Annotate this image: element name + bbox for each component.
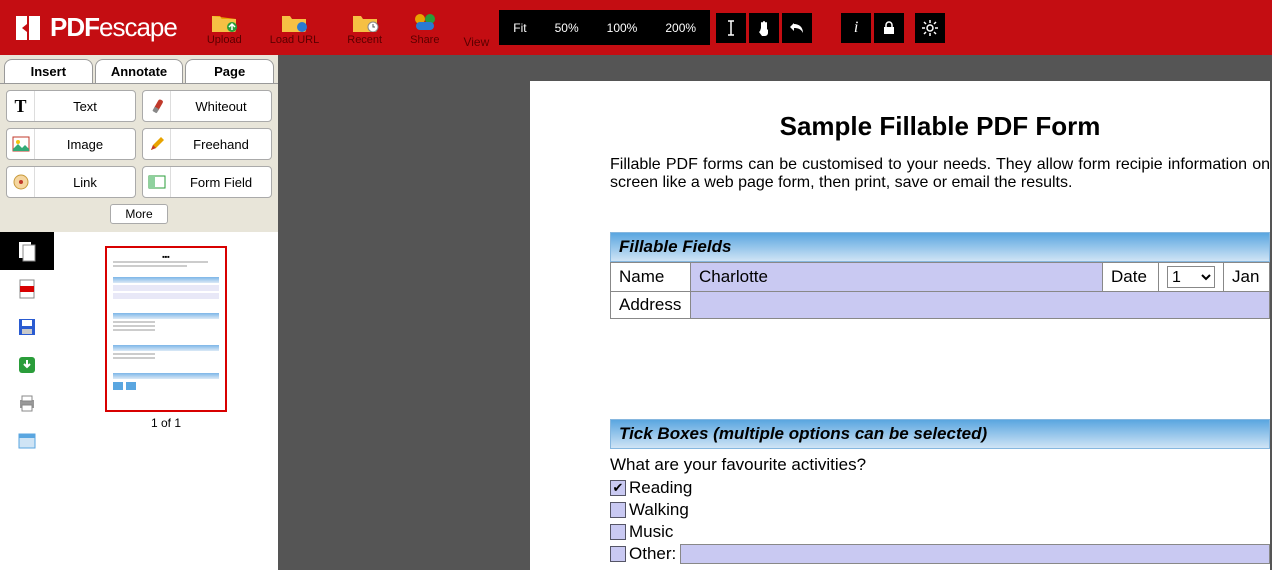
tool-image[interactable]: Image — [6, 128, 136, 160]
more-button[interactable]: More — [110, 204, 167, 224]
zoom-group: Fit 50% 100% 200% — [499, 10, 710, 45]
select-day[interactable]: 1 — [1167, 266, 1215, 288]
dock-pdf-icon[interactable] — [0, 270, 54, 308]
dock-print-icon[interactable] — [0, 384, 54, 422]
recent-button[interactable]: Recent — [333, 0, 396, 55]
thumbnail-caption: 1 of 1 — [105, 416, 227, 430]
input-name-cell — [691, 263, 1103, 292]
pdf-page[interactable]: Sample Fillable PDF Form Fillable PDF fo… — [530, 81, 1270, 570]
folder-recent-icon — [351, 10, 379, 32]
zoom-200[interactable]: 200% — [651, 13, 710, 43]
tab-annotate[interactable]: Annotate — [95, 59, 184, 83]
thumbnail-pane: ■■■ 1 of 1 — [54, 232, 278, 570]
whiteout-icon — [143, 91, 171, 121]
checkbox-walking[interactable] — [610, 502, 626, 518]
input-name[interactable] — [699, 267, 1094, 287]
month-cell[interactable]: Jan — [1224, 263, 1270, 292]
lock-icon[interactable] — [874, 13, 904, 43]
right-tools: i — [841, 10, 948, 45]
tool-label: Text — [35, 99, 135, 114]
tool-formfield[interactable]: Form Field — [142, 166, 272, 198]
tool-label: Freehand — [171, 137, 271, 152]
section-tickboxes: Tick Boxes (multiple options can be sele… — [610, 419, 1270, 449]
opt-label: Other: — [629, 543, 676, 565]
checkbox-reading[interactable]: ✔ — [610, 480, 626, 496]
view-label: View — [453, 0, 499, 55]
page-title: Sample Fillable PDF Form — [610, 111, 1270, 142]
label-name: Name — [611, 263, 691, 292]
input-address-cell — [691, 292, 1270, 319]
document-area[interactable]: Sample Fillable PDF Form Fillable PDF fo… — [278, 55, 1272, 570]
tool-freehand[interactable]: Freehand — [142, 128, 272, 160]
pencil-icon — [143, 129, 171, 159]
tool-whiteout[interactable]: Whiteout — [142, 90, 272, 122]
tab-page[interactable]: Page — [185, 59, 274, 83]
intro-text: Fillable PDF forms can be customised to … — [610, 156, 1270, 192]
dock-pages-icon[interactable] — [0, 232, 54, 270]
info-icon[interactable]: i — [841, 13, 871, 43]
text-cursor-icon[interactable] — [716, 13, 746, 43]
cursor-tools — [716, 10, 815, 45]
share-label: Share — [410, 34, 439, 46]
gear-icon[interactable] — [915, 13, 945, 43]
tool-label: Whiteout — [171, 99, 271, 114]
link-icon — [7, 167, 35, 197]
tool-link[interactable]: Link — [6, 166, 136, 198]
upload-label: Upload — [207, 34, 242, 46]
upload-button[interactable]: Upload — [193, 0, 256, 55]
tool-label: Form Field — [171, 175, 271, 190]
zoom-fit[interactable]: Fit — [499, 13, 540, 43]
share-icon — [411, 10, 439, 32]
dock-window-icon[interactable] — [0, 422, 54, 460]
hand-cursor-icon[interactable] — [749, 13, 779, 43]
logo-icon — [14, 14, 42, 42]
left-panel: Insert Annotate Page T Text Whiteout Ima… — [0, 55, 278, 570]
section-fillable-fields: Fillable Fields — [610, 232, 1270, 262]
dock — [0, 232, 54, 570]
formfield-icon — [143, 167, 171, 197]
label-address: Address — [611, 292, 691, 319]
loadurl-label: Load URL — [270, 34, 320, 46]
recent-label: Recent — [347, 34, 382, 46]
question-activities: What are your favourite activities? — [610, 455, 1270, 475]
input-address[interactable] — [699, 295, 1261, 315]
folder-upload-icon — [210, 10, 238, 32]
app-logo[interactable]: PDFescape — [0, 0, 193, 55]
input-other[interactable] — [680, 544, 1270, 564]
zoom-50[interactable]: 50% — [541, 13, 593, 43]
image-icon — [7, 129, 35, 159]
dock-download-icon[interactable] — [0, 346, 54, 384]
day-cell: 1 — [1159, 263, 1224, 292]
top-bar: PDFescape Upload Load URL Recent Share V… — [0, 0, 1272, 55]
fields-table: Name Date 1 Jan Address — [610, 262, 1270, 319]
tool-label: Link — [35, 175, 135, 190]
opt-label: Reading — [629, 477, 692, 499]
tool-text[interactable]: T Text — [6, 90, 136, 122]
tab-insert[interactable]: Insert — [4, 59, 93, 83]
page-thumbnail[interactable]: ■■■ — [105, 246, 227, 412]
zoom-100[interactable]: 100% — [593, 13, 652, 43]
loadurl-button[interactable]: Load URL — [256, 0, 334, 55]
text-tool-icon: T — [7, 91, 35, 121]
checkbox-music[interactable] — [610, 524, 626, 540]
tool-label: Image — [35, 137, 135, 152]
logo-text: PDFescape — [50, 12, 177, 43]
undo-icon[interactable] — [782, 13, 812, 43]
folder-url-icon — [280, 10, 308, 32]
opt-label: Music — [629, 521, 673, 543]
opt-label: Walking — [629, 499, 689, 521]
checkbox-other[interactable] — [610, 546, 626, 562]
dock-save-icon[interactable] — [0, 308, 54, 346]
label-date: Date — [1103, 263, 1159, 292]
share-button[interactable]: Share — [396, 0, 453, 55]
